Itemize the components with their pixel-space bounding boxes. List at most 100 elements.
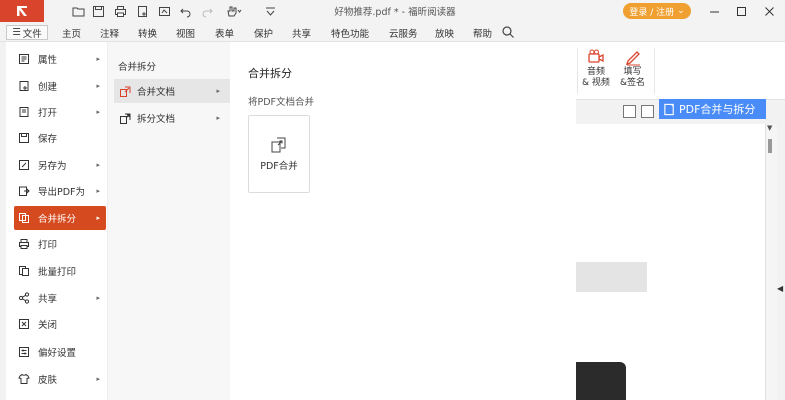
minimize-icon[interactable] [706, 3, 722, 19]
menu-item-batch-print[interactable]: 批量打印 [14, 259, 106, 283]
chevron-right-icon: ▸ [96, 375, 100, 383]
fit-page-icon[interactable] [641, 105, 654, 118]
open-folder-icon[interactable] [70, 3, 86, 19]
tab-comment[interactable]: 注释 [100, 26, 119, 40]
menu-item-skin[interactable]: 皮肤 ▸ [14, 367, 106, 391]
menu-item-properties[interactable]: 属性 ▸ [14, 47, 106, 71]
panel-title: 合并拆分 [248, 67, 292, 80]
menu-bar: ☰ 文件 主页 注释 转换 视图 表单 保护 共享 特色功能 云服务 放映 帮助 [0, 22, 785, 42]
print-icon [19, 239, 29, 249]
menu-item-save[interactable]: 保存 [14, 126, 106, 150]
pdf-merge-card[interactable]: PDF合并 [248, 115, 310, 193]
scroll-up-icon[interactable]: ▼ [767, 124, 772, 132]
merge-doc-icon [120, 86, 131, 97]
audio-video-label-1: 音频 [586, 67, 605, 77]
submenu-item-label: 合并文档 [137, 87, 176, 98]
chevron-right-icon: ▸ [96, 294, 100, 302]
tab-view[interactable]: 视图 [176, 26, 195, 40]
file-tab[interactable]: ☰ 文件 [6, 25, 48, 40]
banner-text: PDF合并与拆分 [679, 103, 756, 116]
menu-item-label: 共享 [38, 294, 58, 305]
pdf-merge-label: PDF合并 [260, 161, 298, 172]
chevron-right-icon: ▸ [216, 87, 220, 95]
title-bar: 好物推荐.pdf * - 福昕阅读器 登录 / 注册 ⌄ [0, 0, 785, 22]
scroll-thumb[interactable] [768, 139, 772, 153]
menu-item-preferences[interactable]: 偏好设置 [14, 340, 106, 364]
fill-sign-button[interactable]: 填写 &签名 [620, 48, 645, 89]
menu-item-label: 打印 [38, 240, 58, 251]
expand-panel-icon[interactable]: ◀ [777, 284, 783, 293]
tab-features[interactable]: 特色功能 [331, 26, 369, 40]
menu-item-label: 偏好设置 [38, 348, 77, 359]
preferences-icon [19, 347, 29, 357]
menu-item-merge-split[interactable]: 合并拆分 ▸ [14, 206, 106, 230]
chevron-right-icon: ▸ [216, 114, 220, 122]
create-icon [19, 81, 29, 91]
fill-sign-label-2: &签名 [620, 78, 646, 88]
menu-item-label: 导出PDF为 [38, 187, 86, 198]
vertical-scrollbar[interactable] [765, 124, 777, 400]
menu-item-label: 批量打印 [38, 267, 77, 278]
panel-subtitle: 将PDF文档合并 [248, 97, 315, 108]
menu-item-label: 属性 [38, 55, 58, 66]
redo-icon[interactable] [199, 3, 215, 19]
save-icon[interactable] [90, 3, 106, 19]
tab-cloud[interactable]: 云服务 [389, 26, 418, 40]
file-menu: 属性 ▸ 创建 ▸ 打开 ▸ 保存 另存为 ▸ 导出PDF为 ▸ 合并拆分 ▸ … [6, 42, 108, 400]
ribbon-separator [577, 48, 578, 94]
search-icon[interactable] [501, 25, 515, 39]
menu-item-print[interactable]: 打印 [14, 232, 106, 256]
undo-icon[interactable] [177, 3, 193, 19]
chevron-right-icon: ▸ [96, 108, 100, 116]
merge-panel: 合并拆分 将PDF文档合并 PDF合并 [230, 42, 576, 400]
save-icon [19, 133, 29, 143]
chevron-right-icon: ▸ [96, 214, 100, 222]
submenu-heading: 合并拆分 [118, 62, 157, 73]
new-doc-icon[interactable] [134, 3, 150, 19]
login-button[interactable]: 登录 / 注册 ⌄ [623, 3, 691, 19]
document-product-image [576, 362, 626, 400]
hand-tool-icon[interactable] [222, 3, 244, 19]
menu-item-label: 保存 [38, 134, 58, 145]
menu-item-share[interactable]: 共享 ▸ [14, 286, 106, 310]
tab-form[interactable]: 表单 [215, 26, 234, 40]
customize-dropdown-icon[interactable] [262, 3, 278, 19]
menu-item-label: 打开 [38, 108, 58, 119]
submenu-item-split[interactable]: 拆分文档 ▸ [114, 106, 230, 130]
menu-item-label: 关闭 [38, 320, 58, 331]
close-doc-icon [19, 319, 29, 329]
merge-split-submenu: 合并拆分 合并文档 ▸ 拆分文档 ▸ [108, 42, 230, 400]
scan-icon[interactable] [156, 3, 172, 19]
tab-home[interactable]: 主页 [62, 26, 81, 40]
open-icon [19, 107, 29, 117]
app-window: 好物推荐.pdf * - 福昕阅读器 登录 / 注册 ⌄ ☰ 文件 主页 注释 … [0, 0, 785, 400]
audio-video-button[interactable]: 音频 & 视频 [582, 48, 610, 89]
foxit-logo-icon[interactable] [0, 0, 44, 22]
chevron-right-icon: ▸ [96, 187, 100, 195]
menu-item-label: 合并拆分 [38, 214, 77, 225]
print-icon[interactable] [112, 3, 128, 19]
pdf-merge-split-banner: PDF合并与拆分 [659, 99, 766, 119]
hamburger-icon: ☰ [12, 27, 21, 38]
batch-print-icon [19, 266, 29, 276]
menu-item-save-as[interactable]: 另存为 ▸ [14, 153, 106, 177]
menu-item-close[interactable]: 关闭 [14, 312, 106, 336]
menu-item-export[interactable]: 导出PDF为 ▸ [14, 179, 106, 203]
tab-share[interactable]: 共享 [292, 26, 311, 40]
merge-split-icon [19, 213, 29, 223]
grid-view-icon[interactable] [623, 105, 636, 118]
tab-help[interactable]: 帮助 [473, 26, 492, 40]
menu-item-label: 创建 [38, 82, 58, 93]
export-icon [19, 186, 30, 196]
tab-convert[interactable]: 转换 [138, 26, 157, 40]
maximize-icon[interactable] [733, 3, 749, 19]
tab-protect[interactable]: 保护 [254, 26, 273, 40]
submenu-item-merge[interactable]: 合并文档 ▸ [114, 79, 230, 103]
right-panel-edge [777, 124, 785, 400]
menu-item-open[interactable]: 打开 ▸ [14, 100, 106, 124]
tab-slideshow[interactable]: 放映 [435, 26, 454, 40]
menu-item-create[interactable]: 创建 ▸ [14, 74, 106, 98]
submenu-item-label: 拆分文档 [137, 114, 176, 125]
close-icon[interactable] [761, 3, 777, 19]
chevron-right-icon: ▸ [96, 82, 100, 90]
